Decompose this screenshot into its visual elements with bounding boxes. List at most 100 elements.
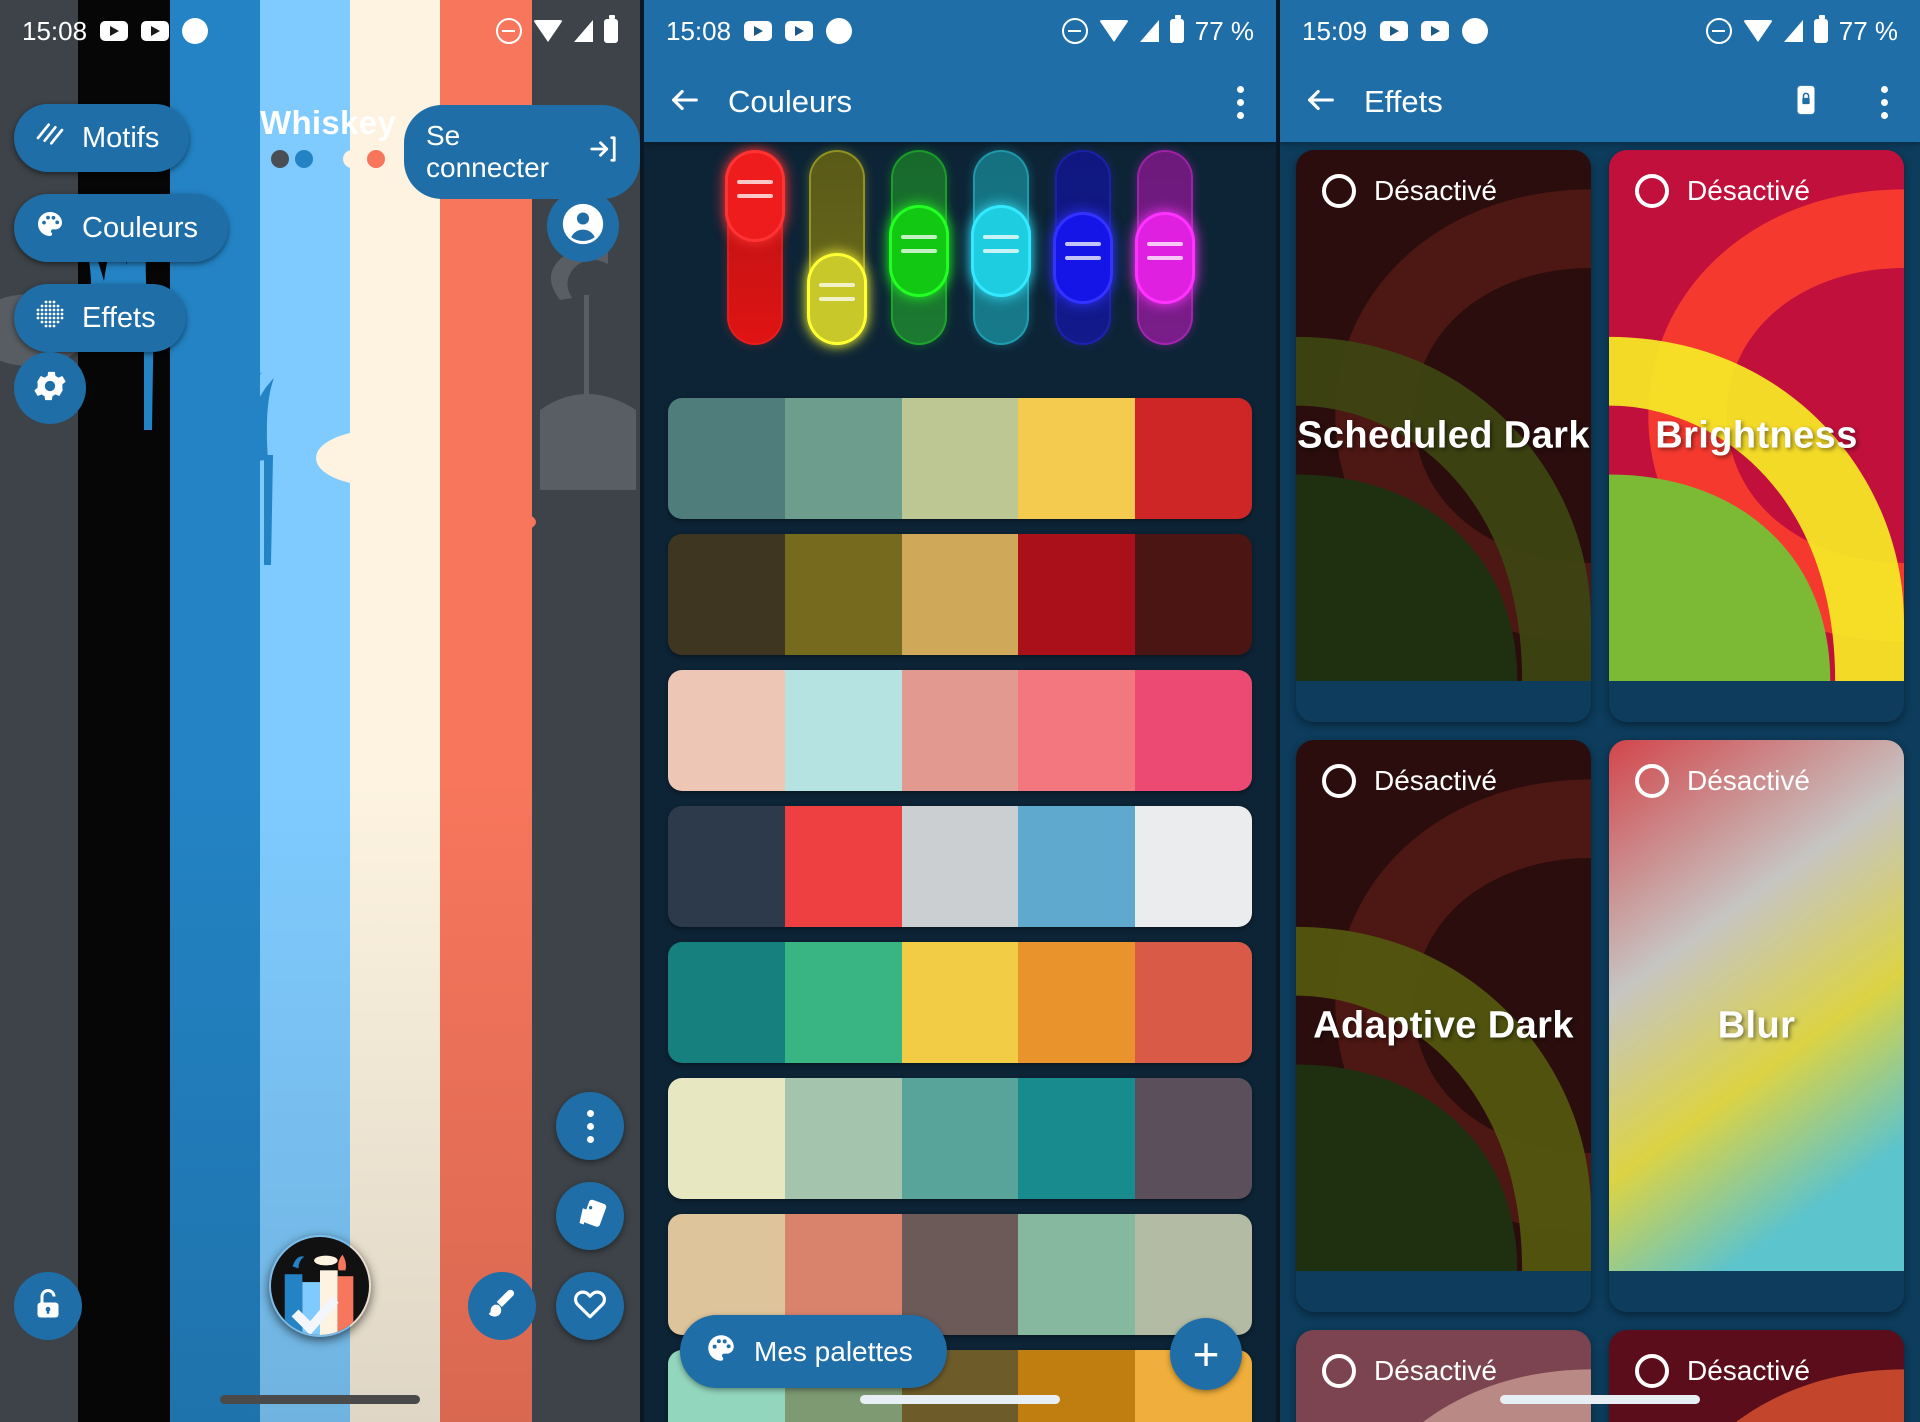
signal-icon <box>1783 20 1803 42</box>
color-slider-magenta[interactable] <box>1135 150 1195 345</box>
palette-row[interactable] <box>668 1078 1252 1199</box>
home-nav-chips: Motifs Couleurs Effets <box>14 104 229 352</box>
palette-swatch[interactable] <box>784 398 902 519</box>
circle-icon <box>182 18 209 44</box>
home-fab-column <box>556 1092 624 1340</box>
palette-swatch[interactable] <box>901 534 1019 655</box>
wallpaper-swap-button[interactable] <box>556 1182 624 1250</box>
effect-card[interactable]: Désactivé Brightness <box>1609 150 1904 722</box>
color-slider-yellow[interactable] <box>807 150 867 345</box>
palette-swatch[interactable] <box>1135 1078 1252 1199</box>
palette-swatch[interactable] <box>1018 534 1136 655</box>
brush-button[interactable] <box>468 1272 536 1340</box>
effect-card[interactable]: Désactivé <box>1296 1330 1591 1422</box>
wallpaper-swap-icon <box>572 1196 608 1237</box>
slider-thumb[interactable] <box>1135 212 1195 304</box>
lock-button[interactable] <box>14 1272 82 1340</box>
radio-button-icon[interactable] <box>1322 174 1356 208</box>
radio-button-icon[interactable] <box>1322 1354 1356 1388</box>
youtube-icon <box>100 21 129 41</box>
palette-row[interactable] <box>668 942 1252 1063</box>
slider-thumb[interactable] <box>807 253 867 345</box>
palette-row[interactable] <box>668 806 1252 927</box>
brand-dot <box>295 150 313 168</box>
color-slider-cyan[interactable] <box>971 150 1031 345</box>
slider-thumb[interactable] <box>971 205 1031 297</box>
palette-row[interactable] <box>668 534 1252 655</box>
color-slider-blue[interactable] <box>1053 150 1113 345</box>
kebab-menu-icon[interactable] <box>1229 78 1252 127</box>
palette-row[interactable] <box>668 670 1252 791</box>
effect-toggle[interactable]: Désactivé <box>1322 764 1497 798</box>
chip-couleurs[interactable]: Couleurs <box>14 194 229 262</box>
palette-swatch[interactable] <box>668 942 785 1063</box>
effect-card[interactable]: Désactivé Adaptive Dark <box>1296 740 1591 1312</box>
chip-motifs[interactable]: Motifs <box>14 104 190 172</box>
effect-toggle[interactable]: Désactivé <box>1322 174 1497 208</box>
effect-toggle[interactable]: Désactivé <box>1635 1354 1810 1388</box>
palette-swatch[interactable] <box>668 670 785 791</box>
radio-button-icon[interactable] <box>1635 1354 1669 1388</box>
palette-swatch[interactable] <box>1018 1078 1136 1199</box>
palette-swatch[interactable] <box>1018 942 1136 1063</box>
palette-swatch[interactable] <box>1135 534 1252 655</box>
color-slider-red[interactable] <box>725 150 785 345</box>
palette-swatch[interactable] <box>784 1078 902 1199</box>
palette-swatch[interactable] <box>1018 670 1136 791</box>
effect-card[interactable]: Désactivé Scheduled Dark <box>1296 150 1591 722</box>
wifi-icon <box>533 20 563 42</box>
palette-icon <box>704 1331 738 1372</box>
palette-swatch[interactable] <box>1135 670 1252 791</box>
overflow-menu-button[interactable] <box>556 1092 624 1160</box>
brand-dot <box>319 150 337 168</box>
effect-card[interactable]: Désactivé Blur <box>1609 740 1904 1312</box>
palette-swatch[interactable] <box>784 670 902 791</box>
effect-toggle[interactable]: Désactivé <box>1635 174 1810 208</box>
phone-lock-icon[interactable] <box>1789 83 1823 122</box>
radio-button-icon[interactable] <box>1322 764 1356 798</box>
palette-swatch[interactable] <box>784 806 902 927</box>
slider-thumb[interactable] <box>1053 212 1113 304</box>
palette-row[interactable] <box>668 398 1252 519</box>
effect-toggle[interactable]: Désactivé <box>1635 764 1810 798</box>
palette-swatch[interactable] <box>668 1078 785 1199</box>
login-button[interactable]: Se connecter <box>404 105 640 199</box>
palette-swatch[interactable] <box>1018 1214 1136 1335</box>
chip-effets[interactable]: Effets <box>14 284 186 352</box>
palette-swatch[interactable] <box>1135 398 1252 519</box>
palette-swatch[interactable] <box>1018 806 1136 927</box>
effect-card[interactable]: Désactivé <box>1609 1330 1904 1422</box>
radio-button-icon[interactable] <box>1635 174 1669 208</box>
panel-home: 15:08 Motifs Couleurs Effets Whiskey Se … <box>0 0 640 1422</box>
palette-swatch[interactable] <box>784 942 902 1063</box>
palette-swatch[interactable] <box>1135 806 1252 927</box>
palette-swatch[interactable] <box>901 1078 1019 1199</box>
settings-button[interactable] <box>14 352 86 424</box>
wallpaper-preview-thumb[interactable] <box>269 1235 371 1337</box>
palette-swatch[interactable] <box>901 398 1019 519</box>
palette-swatch[interactable] <box>668 534 785 655</box>
kebab-menu-icon[interactable] <box>1873 78 1896 127</box>
palette-swatch[interactable] <box>1135 942 1252 1063</box>
favorite-button[interactable] <box>556 1272 624 1340</box>
arrow-back-icon[interactable] <box>668 83 702 122</box>
youtube-icon <box>1421 21 1450 41</box>
palette-swatch[interactable] <box>901 806 1019 927</box>
palette-swatch[interactable] <box>668 806 785 927</box>
effect-toggle[interactable]: Désactivé <box>1322 1354 1497 1388</box>
account-button[interactable] <box>547 190 619 262</box>
palette-swatch[interactable] <box>668 398 785 519</box>
slider-thumb[interactable] <box>725 150 785 242</box>
color-slider-green[interactable] <box>889 150 949 345</box>
radio-button-icon[interactable] <box>1635 764 1669 798</box>
slider-thumb[interactable] <box>889 205 949 297</box>
palette-swatch[interactable] <box>901 670 1019 791</box>
add-palette-button[interactable]: + <box>1170 1318 1242 1390</box>
palette-swatch[interactable] <box>784 534 902 655</box>
palette-swatch[interactable] <box>1018 1350 1136 1422</box>
palette-swatch[interactable] <box>1018 398 1136 519</box>
palette-swatch[interactable] <box>1135 1214 1252 1335</box>
arrow-back-icon[interactable] <box>1304 83 1338 122</box>
my-palettes-button[interactable]: Mes palettes <box>680 1315 947 1388</box>
palette-swatch[interactable] <box>901 942 1019 1063</box>
